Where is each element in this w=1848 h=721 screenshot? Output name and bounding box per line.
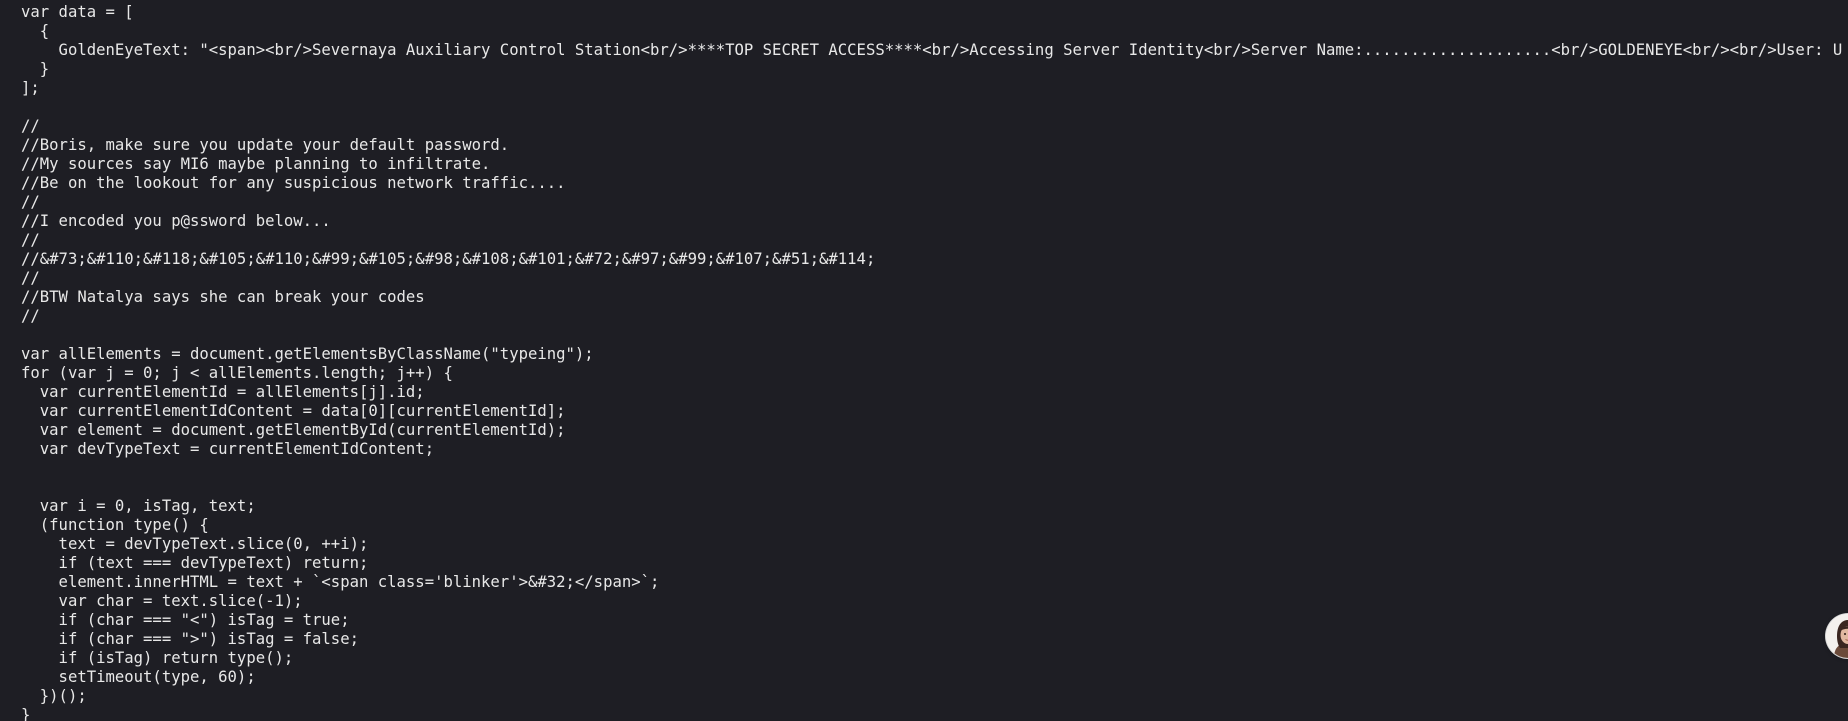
code-line: if (isTag) return type();: [21, 649, 294, 667]
code-line: //: [21, 307, 40, 325]
code-line: if (char === ">") isTag = false;: [21, 630, 359, 648]
code-line: for (var j = 0; j < allElements.length; …: [21, 364, 453, 382]
source-code-block: var data = [ { GoldenEyeText: "<span><br…: [21, 3, 1842, 721]
user-avatar-icon: [1826, 614, 1848, 658]
code-line: //: [21, 269, 40, 287]
code-line: var currentElementId = allElements[j].id…: [21, 383, 425, 401]
code-line: var char = text.slice(-1);: [21, 592, 303, 610]
code-line: GoldenEyeText: "<span><br/>Severnaya Aux…: [21, 41, 1843, 59]
code-line: ];: [21, 79, 40, 97]
code-line: }: [21, 60, 50, 78]
code-line: setTimeout(type, 60);: [21, 668, 256, 686]
code-line: (function type() {: [21, 516, 209, 534]
code-line: //&#73;&#110;&#118;&#105;&#110;&#99;&#10…: [21, 250, 876, 268]
code-line: //I encoded you p@ssword below...: [21, 212, 331, 230]
code-line: if (char === "<") isTag = true;: [21, 611, 350, 629]
code-line: //Be on the lookout for any suspicious n…: [21, 174, 566, 192]
code-line: //: [21, 193, 40, 211]
code-line: if (text === devTypeText) return;: [21, 554, 369, 572]
code-line: var data = [: [21, 3, 134, 21]
code-viewer: var data = [ { GoldenEyeText: "<span><br…: [0, 0, 1848, 721]
code-line: text = devTypeText.slice(0, ++i);: [21, 535, 369, 553]
code-line: //: [21, 231, 40, 249]
code-line: //My sources say MI6 maybe planning to i…: [21, 155, 491, 173]
code-line: element.innerHTML = text + `<span class=…: [21, 573, 660, 591]
code-line: //Boris, make sure you update your defau…: [21, 136, 510, 154]
code-line: //: [21, 117, 40, 135]
code-line: })();: [21, 687, 87, 705]
code-line: var element = document.getElementById(cu…: [21, 421, 566, 439]
avatar[interactable]: [1826, 614, 1848, 658]
code-line: {: [21, 22, 50, 40]
code-line: var devTypeText = currentElementIdConten…: [21, 440, 435, 458]
code-line: var allElements = document.getElementsBy…: [21, 345, 594, 363]
code-line: }: [21, 706, 31, 721]
code-line: var currentElementIdContent = data[0][cu…: [21, 402, 566, 420]
code-line: var i = 0, isTag, text;: [21, 497, 256, 515]
code-line: //BTW Natalya says she can break your co…: [21, 288, 425, 306]
